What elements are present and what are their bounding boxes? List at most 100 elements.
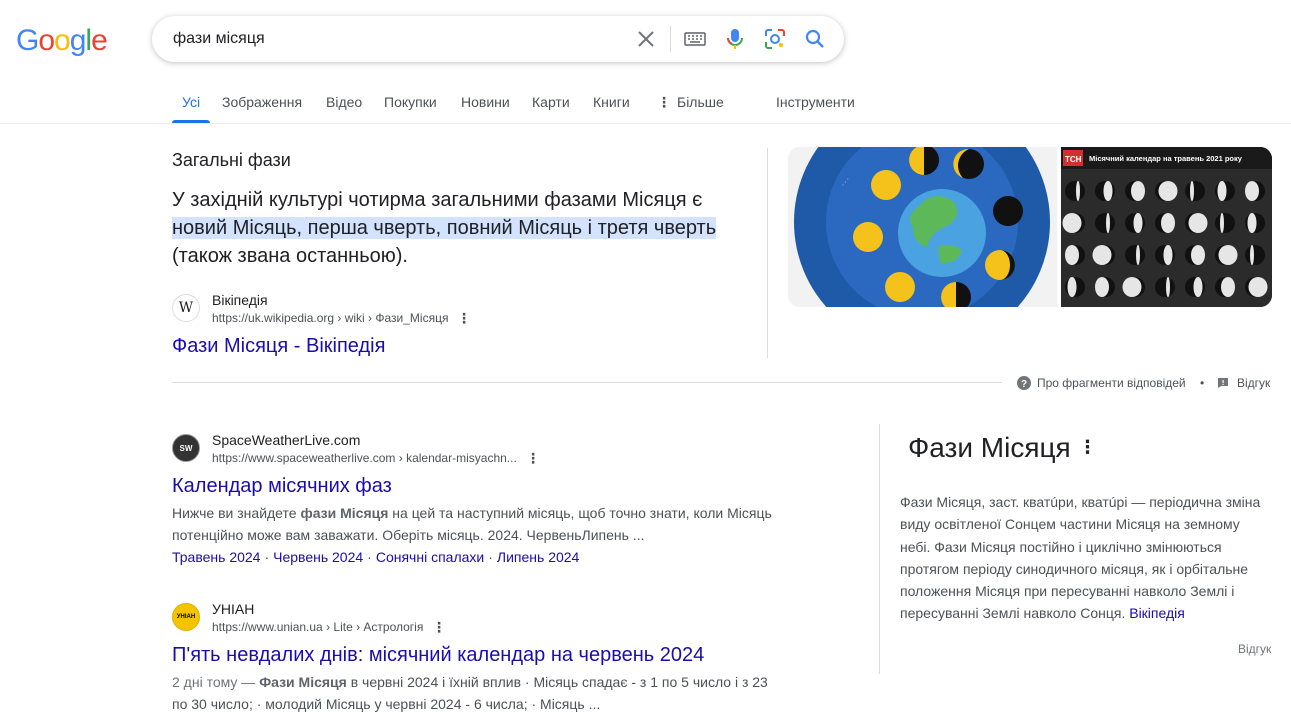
tab-all[interactable]: Усі xyxy=(182,94,200,110)
calendar-moon-lit xyxy=(1095,277,1109,297)
help-icon: ? xyxy=(1017,376,1031,390)
calendar-moon-lit xyxy=(1218,245,1238,265)
calendar-moon-lit xyxy=(1221,277,1235,297)
snippet-part: Нижче ви знайдете xyxy=(172,505,301,521)
spaceweatherlive-favicon[interactable]: SW xyxy=(172,434,200,462)
calendar-moon-lit xyxy=(1136,245,1140,265)
calendar-moon-lit xyxy=(1122,277,1142,297)
search-box[interactable]: фази місяця xyxy=(152,16,844,62)
more-options-icon[interactable]: ⋮ xyxy=(432,619,446,635)
sitelink-separator: · xyxy=(488,549,493,565)
calendar-moon-lit xyxy=(1065,245,1079,265)
result-title-link[interactable]: Фази Місяця - Вікіпедія xyxy=(172,335,385,358)
calendar-moon-lit xyxy=(1191,245,1205,265)
result-snippet: Нижче ви знайдете фази Місяця на цей та … xyxy=(172,502,782,546)
calendar-moon xyxy=(1155,277,1175,297)
sitelink[interactable]: Червень 2024 xyxy=(273,549,363,565)
snippet-highlight: новий Місяць, перша чверть, повний Місяц… xyxy=(172,217,717,239)
tab-tools[interactable]: Інструменти xyxy=(776,94,855,110)
moon-shape xyxy=(953,148,984,179)
result-site-name[interactable]: УНІАН xyxy=(212,601,254,617)
calendar-moon-lit xyxy=(1217,181,1227,201)
calendar-moon xyxy=(1185,181,1205,201)
knowledge-panel-divider xyxy=(879,424,880,674)
moon-shape xyxy=(885,272,915,302)
lens-icon[interactable] xyxy=(763,27,787,51)
sitelink[interactable]: Травень 2024 xyxy=(172,549,260,565)
tab-maps[interactable]: Карти xyxy=(532,94,570,110)
feedback-link[interactable]: Відгук xyxy=(1217,376,1270,390)
header-divider xyxy=(0,123,1291,124)
moon-calendar-image[interactable]: ТСН Місячний календар на травень 2021 ро… xyxy=(1061,147,1272,307)
svg-text:?: ? xyxy=(1021,379,1027,390)
calendar-moon-lit xyxy=(1220,213,1224,233)
microphone-icon[interactable] xyxy=(723,27,747,51)
more-options-icon[interactable]: ⋮ xyxy=(526,450,540,466)
featured-snippet-title: Загальні фази xyxy=(172,150,291,170)
clear-icon[interactable] xyxy=(634,27,658,51)
snippet-text-part: У західній культурі чотирма загальними ф… xyxy=(172,189,703,211)
dot-separator: • xyxy=(1200,376,1205,390)
source-name[interactable]: Вікіпедія xyxy=(212,292,268,308)
kp-title-text: Фази Місяця xyxy=(908,432,1071,463)
moon-shape xyxy=(853,222,883,252)
unian-favicon[interactable]: УНІАН xyxy=(172,603,200,631)
more-options-icon[interactable]: ⋮ xyxy=(457,310,471,326)
more-options-icon[interactable]: ⋮ xyxy=(1079,437,1097,457)
about-label: Про фрагменти відповідей xyxy=(1037,376,1186,390)
tab-videos[interactable]: Відео xyxy=(326,94,362,110)
logo-letter: o xyxy=(38,24,55,57)
sitelink-separator: · xyxy=(367,549,372,565)
tab-more-label: Більше xyxy=(677,94,724,110)
calendar-moon-lit xyxy=(1062,213,1082,233)
result-title-link[interactable]: П'ять невдалих днів: місячний календар н… xyxy=(172,644,704,667)
featured-snippet-text: У західній культурі чотирма загальними ф… xyxy=(172,186,752,270)
knowledge-panel-title: Фази Місяця ⋮ xyxy=(908,432,1097,464)
tab-books[interactable]: Книги xyxy=(593,94,630,110)
calendar-moon xyxy=(1095,213,1115,233)
calendar-moon xyxy=(1215,213,1235,233)
search-input[interactable]: фази місяця xyxy=(173,30,265,48)
snippet-bold: фази Місяця xyxy=(300,505,389,521)
calendar-moon-lit xyxy=(1158,181,1178,201)
result-site-name[interactable]: SpaceWeatherLive.com xyxy=(212,432,360,448)
snippet-divider xyxy=(172,382,1002,383)
kp-description-text: Фази Місяця, заст. кватúри, кватúрі — пе… xyxy=(900,494,1261,622)
result-url[interactable]: https://www.unian.ua › Lite › Астрологія xyxy=(212,620,423,634)
sitelink[interactable]: Липень 2024 xyxy=(497,549,579,565)
calendar-moon-lit xyxy=(1166,277,1170,297)
snippet-vertical-divider xyxy=(767,148,768,358)
tab-shopping[interactable]: Покупки xyxy=(384,94,437,110)
snippet-text-part: (також звана останньою). xyxy=(172,245,408,267)
kp-source-link[interactable]: Вікіпедія xyxy=(1129,605,1185,621)
kp-feedback-link[interactable]: Відгук xyxy=(1238,642,1271,656)
about-snippets-link[interactable]: ? Про фрагменти відповідей xyxy=(1017,376,1186,390)
calendar-moon-lit xyxy=(1106,213,1110,233)
sitelink-separator: · xyxy=(264,549,270,565)
logo-letter: G xyxy=(16,24,39,57)
calendar-moon-lit xyxy=(1245,181,1259,201)
result-url[interactable]: https://www.spaceweatherlive.com › kalen… xyxy=(212,451,517,465)
tab-news[interactable]: Новини xyxy=(461,94,510,110)
logo-letter: g xyxy=(69,24,87,57)
calendar-moon-lit xyxy=(1248,277,1268,297)
moon-phases-image[interactable]: · · · xyxy=(788,147,1057,307)
search-icon[interactable] xyxy=(803,27,827,51)
calendar-moon-lit xyxy=(1190,181,1194,201)
keyboard-icon[interactable] xyxy=(683,27,707,51)
calendar-moon-lit xyxy=(1131,181,1145,201)
calendar-moon-lit xyxy=(1092,245,1112,265)
calendar-moon xyxy=(1245,245,1265,265)
calendar-moon-lit xyxy=(1247,213,1257,233)
result-title-link[interactable]: Календар місячних фаз xyxy=(172,475,392,498)
wikipedia-favicon[interactable]: W xyxy=(172,294,200,322)
calendar-moon-lit xyxy=(1163,245,1173,265)
more-vert-icon: ⋮ xyxy=(657,94,671,110)
tab-images[interactable]: Зображення xyxy=(222,94,302,110)
sitelinks: Травень 2024 · Червень 2024 · Сонячні спалах… xyxy=(172,549,579,565)
source-url[interactable]: https://uk.wikipedia.org › wiki › Фази_М… xyxy=(212,311,448,325)
feedback-icon xyxy=(1218,378,1228,388)
tab-more[interactable]: ⋮ Більше xyxy=(657,94,724,111)
google-logo[interactable]: Google xyxy=(16,24,108,58)
sitelink[interactable]: Сонячні спалахи xyxy=(376,549,484,565)
